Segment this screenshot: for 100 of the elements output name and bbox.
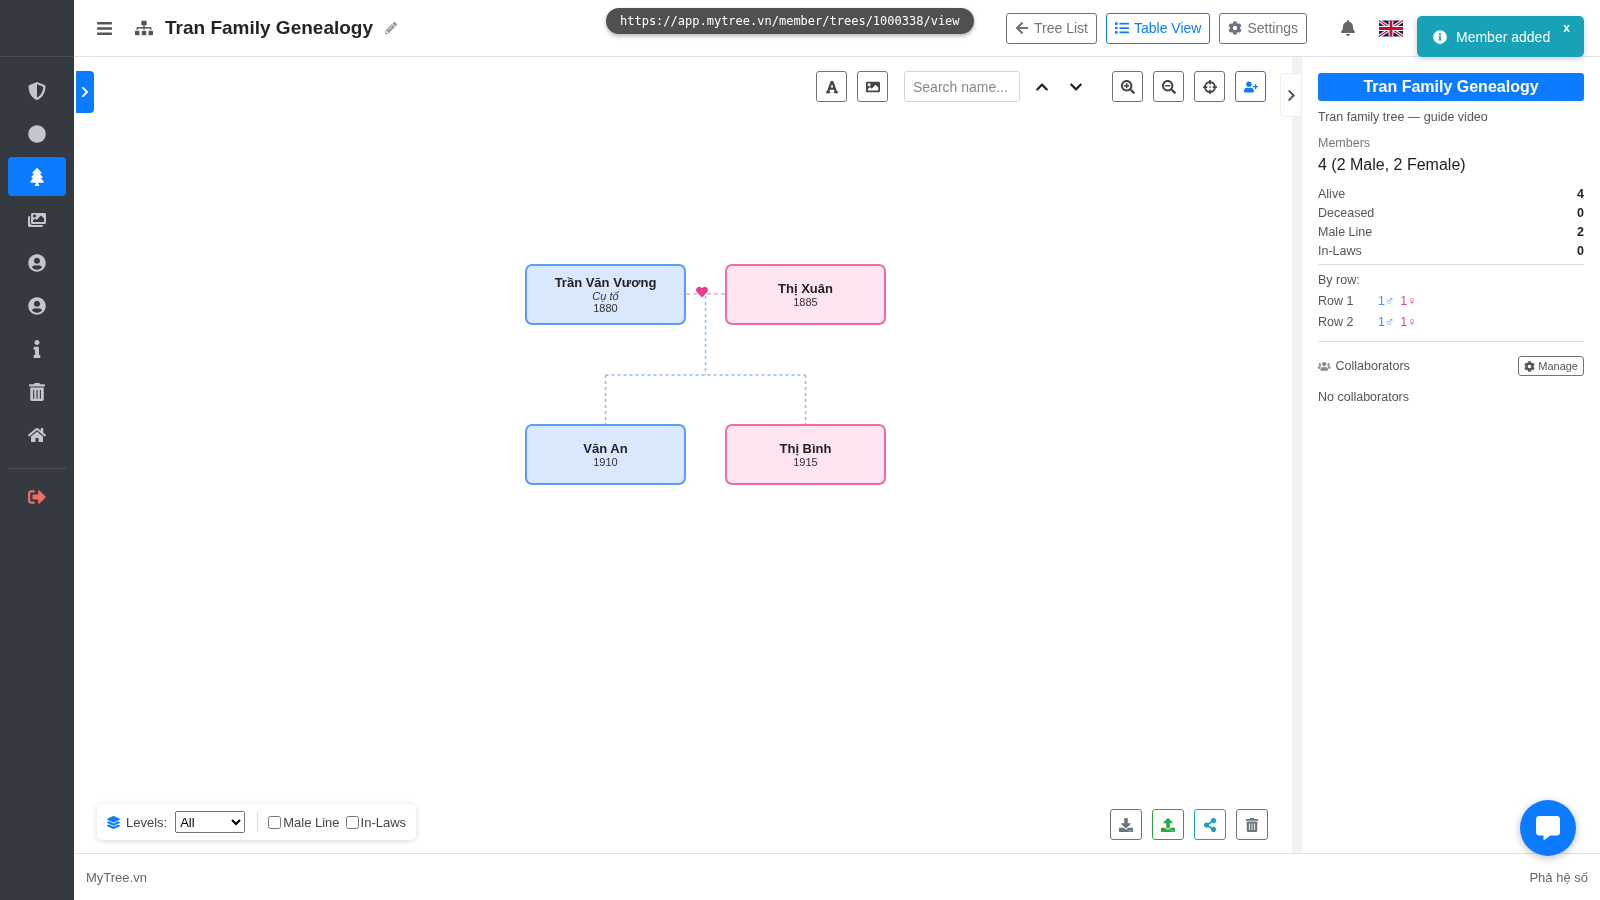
checkbox[interactable] [345, 815, 359, 829]
header-button[interactable]: Table View [1105, 12, 1211, 44]
male-person-node[interactable]: Văn An 1910 [525, 424, 686, 485]
image-icon [865, 79, 880, 94]
person-year: 1910 [593, 456, 618, 468]
user-icon [28, 296, 46, 315]
stat-value: 0 [1577, 244, 1584, 258]
checkbox[interactable] [268, 815, 282, 829]
collaborators-label: Collaborators [1335, 359, 1410, 373]
user-icon [28, 253, 46, 272]
upload-button[interactable] [1152, 809, 1184, 840]
sidebar-toggle[interactable] [76, 71, 94, 113]
trash-icon [28, 382, 46, 401]
manage-button[interactable]: Manage [1518, 356, 1584, 376]
levels-label: Levels: [126, 814, 168, 830]
heart-icon [696, 286, 708, 298]
members-count: 4 (2 Male, 2 Female) [1318, 156, 1467, 174]
images-icon [28, 210, 46, 229]
panel-subtitle: Tran family tree — guide video [1318, 110, 1489, 124]
header-button[interactable]: Settings [1219, 12, 1307, 44]
levels-select[interactable]: All [175, 811, 246, 833]
stat-label: Alive [1318, 187, 1346, 201]
male-count: 1♂ [1378, 315, 1395, 329]
home-icon [28, 425, 46, 444]
stat-value: 4 [1577, 187, 1584, 201]
footer-text: Phả hệ số [1529, 869, 1588, 885]
font-button[interactable] [816, 71, 847, 102]
center-button[interactable] [1194, 71, 1225, 102]
shield-icon [28, 81, 46, 100]
users-icon [1318, 359, 1331, 373]
male-count: 1♂ [1378, 294, 1395, 308]
person-name: Trần Văn Vương [554, 275, 657, 290]
search-field[interactable]: Search name... [904, 71, 1020, 102]
settings-icon [1228, 21, 1243, 35]
url-tooltip: https://app.mytree.vn/member/trees/1000338/view [606, 8, 974, 34]
female-person-node[interactable]: Thị Bình 1915 [725, 424, 886, 485]
male-person-node[interactable]: Trần Văn Vương Cụ tổ 1880 [525, 264, 686, 325]
female-count: 1♀ [1400, 294, 1417, 308]
person-year: 1880 [593, 302, 618, 314]
footer-brand: MyTree.vn [86, 869, 147, 885]
sidebar-item[interactable] [8, 157, 66, 196]
toast-message: Member added [1456, 28, 1551, 45]
collaborators-empty: No collaborators [1318, 390, 1410, 404]
logout-icon [28, 487, 46, 506]
person-year: 1915 [793, 456, 818, 468]
uk-flag-icon[interactable] [1379, 19, 1403, 37]
font-icon [824, 79, 839, 94]
arrow-left-icon [1015, 21, 1029, 35]
trash-icon [1245, 817, 1259, 832]
settings-icon [1524, 360, 1536, 372]
female-count: 1♀ [1400, 315, 1417, 329]
row-label: Row 1 [1318, 294, 1355, 308]
sitemap-icon [135, 19, 153, 37]
person-name: Thị Xuân [778, 281, 833, 296]
circle-icon [28, 124, 46, 143]
spouse-line [685, 293, 726, 295]
pencil-icon[interactable] [385, 22, 398, 34]
zoom-out-icon [1161, 79, 1176, 94]
chat-icon [1536, 816, 1560, 840]
crosshairs-icon [1202, 79, 1217, 94]
stat-value: 0 [1577, 206, 1584, 220]
person-year: 1885 [793, 296, 818, 308]
list-icon [1114, 21, 1129, 35]
share-button[interactable] [1194, 809, 1226, 840]
female-person-node[interactable]: Thị Xuân 1885 [725, 264, 886, 325]
info-icon [1433, 29, 1447, 44]
checkbox-label: In-Laws [360, 814, 407, 830]
download-icon [1119, 817, 1133, 832]
members-label: Members [1318, 136, 1372, 150]
image-button[interactable] [857, 71, 888, 102]
person-note: Cụ tổ [592, 290, 619, 302]
share-icon [1203, 817, 1217, 832]
stat-label: In-Laws [1318, 244, 1362, 258]
stat-value: 2 [1577, 225, 1584, 239]
download-button[interactable] [1110, 809, 1142, 840]
row-label: Row 2 [1318, 315, 1355, 329]
checkbox-label: Male Line [283, 814, 340, 830]
person-name: Thị Bình [779, 441, 832, 456]
zoom-in-icon [1120, 79, 1135, 94]
chat-button[interactable] [1520, 800, 1576, 856]
delete-button[interactable] [1236, 809, 1268, 840]
stat-label: Male Line [1318, 225, 1373, 239]
zoom-in-button[interactable] [1112, 71, 1143, 102]
tree-icon [28, 167, 46, 186]
add-member-button[interactable] [1235, 71, 1266, 102]
menu-icon [96, 19, 113, 37]
person-name: Văn An [583, 441, 628, 456]
tree-title: Tran Family Genealogy [165, 17, 374, 39]
header-button[interactable]: Tree List [1006, 12, 1097, 44]
menu-button[interactable] [96, 19, 113, 37]
stat-label: Deceased [1318, 206, 1375, 220]
layers-icon [107, 815, 120, 829]
upload-icon [1161, 817, 1175, 832]
panel-toggle[interactable] [1280, 73, 1302, 117]
zoom-out-button[interactable] [1153, 71, 1184, 102]
panel-title: Tran Family Genealogy [1318, 73, 1584, 101]
bell-icon[interactable] [1340, 20, 1356, 36]
by-row-label: By row: [1318, 273, 1361, 287]
add-user-icon [1243, 79, 1258, 94]
chevron-right-icon [79, 86, 91, 98]
